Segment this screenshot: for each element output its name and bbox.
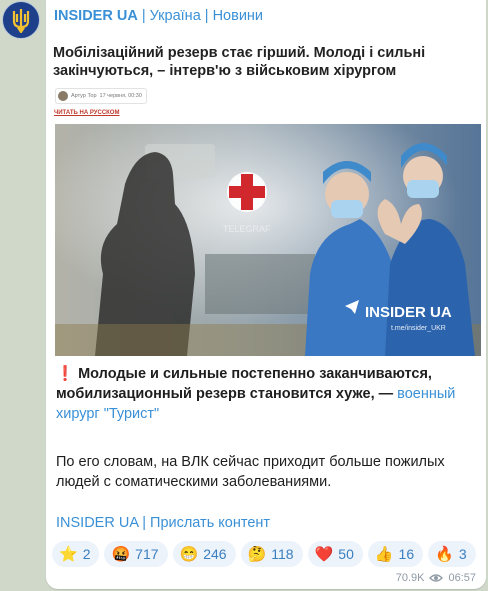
star-icon: ⭐ xyxy=(59,545,78,563)
view-count: 70.9K xyxy=(395,572,425,584)
channel-suffix: | Україна | Новини xyxy=(137,8,264,24)
channel-link[interactable]: INSIDER UA xyxy=(56,515,138,531)
author-pill: Артур Тор 17 червня, 00:30 xyxy=(55,88,147,104)
author-name: Артур Тор xyxy=(71,93,97,99)
message-text: ❗ Молодые и сильные постепенно заканчива… xyxy=(56,364,476,424)
article-photo[interactable]: TELEGRAF INSIDER UA t.me/insider_UKR xyxy=(55,124,481,356)
send-content-link[interactable]: Прислать контент xyxy=(150,515,270,531)
reaction-grin[interactable]: 😁 246 xyxy=(172,541,236,567)
trident-icon xyxy=(12,9,30,33)
fire-icon: 🔥 xyxy=(435,545,454,563)
reaction-count: 717 xyxy=(135,546,159,562)
author-avatar xyxy=(58,91,68,101)
reaction-thinking[interactable]: 🤔 118 xyxy=(240,541,303,567)
reaction-count: 3 xyxy=(458,546,467,562)
message-paragraph: По его словам, на ВЛК сейчас приходит бо… xyxy=(56,454,445,490)
thumbs-up-icon: 👍 xyxy=(374,545,394,563)
channel-title[interactable]: INSIDER UA | Україна | Новини xyxy=(54,8,263,24)
channel-avatar[interactable] xyxy=(2,1,40,39)
read-in-russian-link[interactable]: ЧИТАТЬ НА РУССКОМ xyxy=(54,110,119,116)
reaction-count: 118 xyxy=(271,546,294,562)
reaction-heart[interactable]: ❤️ 50 xyxy=(307,541,363,567)
message-time: 06:57 xyxy=(448,572,476,584)
reaction-thumbs-up[interactable]: 👍 16 xyxy=(367,541,424,567)
article-date: 17 червня, 00:30 xyxy=(99,93,142,99)
link-preview[interactable]: Мобілізаційний резерв стає гірший. Молод… xyxy=(50,34,482,356)
message-bubble: INSIDER UA | Україна | Новини Мобілізаці… xyxy=(46,0,486,589)
lead-text: Молодые и сильные постепенно заканчивают… xyxy=(56,366,432,402)
angry-face-icon: 🤬 xyxy=(111,545,131,563)
reaction-count: 2 xyxy=(82,546,91,562)
exclamation-icon: ❗ xyxy=(56,366,75,382)
footer-separator: | xyxy=(138,515,151,531)
reactions-bar: ⭐ 2 🤬 717 😁 246 🤔 118 ❤️ 50 👍 16 🔥 3 xyxy=(52,541,476,567)
photo-handle: t.me/insider_UKR xyxy=(391,325,446,332)
channel-name: INSIDER UA xyxy=(54,8,138,24)
reaction-count: 246 xyxy=(203,546,227,562)
photo-watermark: TELEGRAF xyxy=(223,224,271,234)
reaction-count: 16 xyxy=(398,546,415,562)
photo-brand: INSIDER UA xyxy=(365,304,452,321)
footer-links: INSIDER UA | Прислать контент xyxy=(56,515,270,531)
message-meta: 70.9K 06:57 xyxy=(396,572,476,584)
grin-face-icon: 😁 xyxy=(179,545,199,563)
thinking-face-icon: 🤔 xyxy=(247,545,267,563)
eye-icon xyxy=(429,574,444,582)
article-title: Мобілізаційний резерв стає гірший. Молод… xyxy=(53,45,426,79)
heart-icon: ❤️ xyxy=(314,545,334,563)
reaction-star[interactable]: ⭐ 2 xyxy=(52,541,100,567)
reaction-angry[interactable]: 🤬 717 xyxy=(104,541,168,567)
reaction-count: 50 xyxy=(338,546,354,562)
reaction-fire[interactable]: 🔥 3 xyxy=(428,541,476,567)
